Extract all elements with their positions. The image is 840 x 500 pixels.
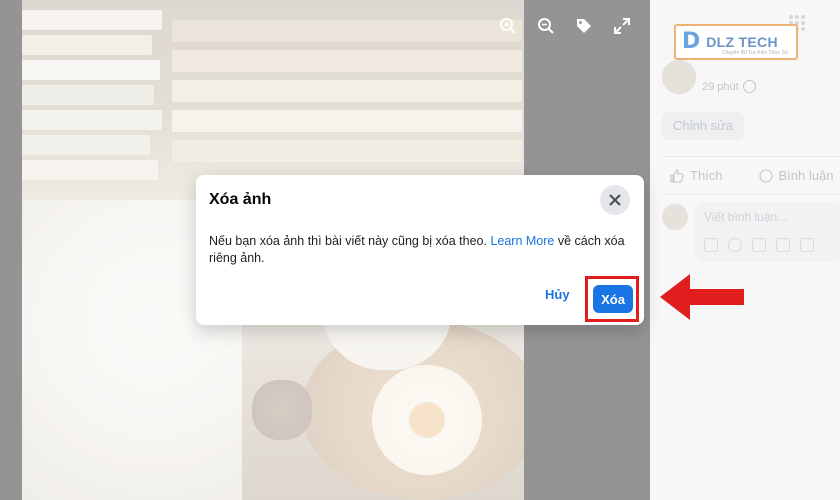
close-button[interactable] [600, 185, 630, 215]
highlight-box [585, 276, 639, 322]
learn-more-link[interactable]: Learn More [490, 234, 554, 248]
message-text: Nếu bạn xóa ảnh thì bài viết này cũng bị… [209, 234, 491, 248]
delete-photo-dialog: Xóa ảnh Nếu bạn xóa ảnh thì bài viết này… [196, 175, 644, 325]
arrow-left-icon [660, 274, 744, 320]
close-icon [609, 194, 621, 206]
cancel-button[interactable]: Hủy [545, 287, 570, 302]
dialog-title: Xóa ảnh [209, 191, 272, 208]
dialog-message: Nếu bạn xóa ảnh thì bài viết này cũng bị… [209, 233, 634, 267]
